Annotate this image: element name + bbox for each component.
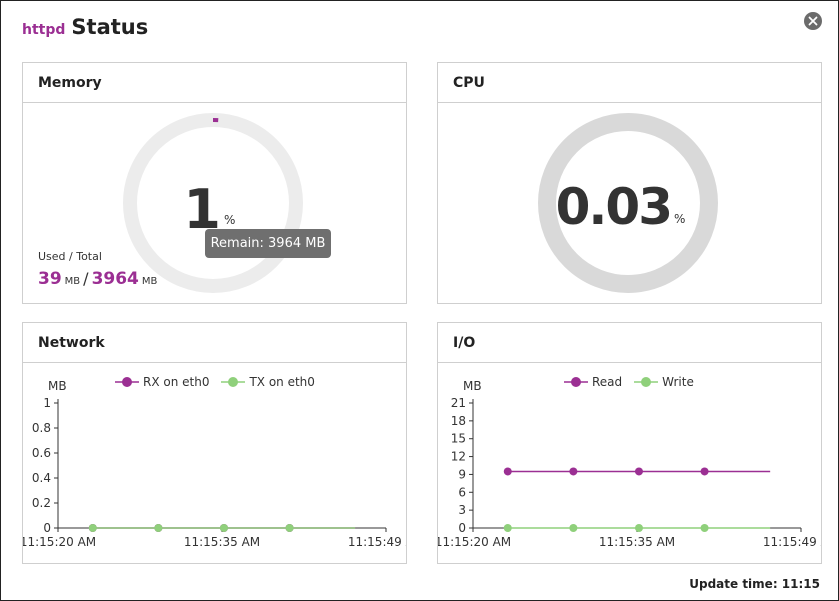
y-tick-label: 0 xyxy=(43,521,51,535)
series-point-1-0 xyxy=(88,524,97,532)
y-tick-label: 12 xyxy=(451,450,466,464)
network-panel: Network RX on eth0 TX on eth0 MB 0 0.2 0.4 0… xyxy=(22,322,407,564)
series-point-0-3 xyxy=(700,467,709,476)
used-value: 39 xyxy=(38,269,62,289)
y-tick-label: 0.4 xyxy=(32,471,51,485)
y-tick-label: 6 xyxy=(458,485,466,499)
series-point-1-2 xyxy=(634,524,643,532)
io-panel: I/O Read Write MB 0 3 6 9 12 15 18 21 11:15:20 AM… xyxy=(437,322,822,564)
y-tick-label: 15 xyxy=(451,432,466,446)
update-time: Update time: 11:15 xyxy=(689,577,820,591)
network-chart: MB 0 0.2 0.4 0.6 0.8 1 11:15:20 AM 11:15:35 AM 11… xyxy=(23,379,406,549)
total-value: 3964 xyxy=(91,269,139,289)
series-point-0-1 xyxy=(569,467,578,476)
cpu-percent: 0.03 xyxy=(556,178,671,236)
page-title: Status xyxy=(71,15,149,39)
x-tick-label: 11:15:20 AM xyxy=(438,535,511,549)
status-window: httpd Status Memory 1 % Used / Total 39 … xyxy=(0,0,839,601)
y-axis-unit: MB xyxy=(463,379,482,393)
y-axis-unit: MB xyxy=(48,379,67,393)
series-point-1-3 xyxy=(285,524,294,532)
total-unit: MB xyxy=(141,276,158,287)
cpu-percent-unit: % xyxy=(674,212,685,226)
y-tick-label: 18 xyxy=(451,414,466,428)
y-tick-label: 9 xyxy=(458,467,466,481)
series-point-0-0 xyxy=(503,467,512,476)
io-panel-title: I/O xyxy=(438,323,821,363)
series-point-1-1 xyxy=(569,524,578,532)
x-tick-label: 11:15:20 AM xyxy=(23,535,96,549)
series-point-0-2 xyxy=(634,467,643,476)
close-icon xyxy=(808,16,818,26)
y-tick-label: 0 xyxy=(458,521,466,535)
close-button[interactable] xyxy=(804,12,822,30)
window-title: httpd Status xyxy=(22,15,148,39)
y-tick-label: 21 xyxy=(451,396,466,410)
used-total-label: Used / Total xyxy=(38,250,102,263)
x-tick-label: 11:15:49 AM xyxy=(348,535,406,549)
cpu-panel: CPU 0.03 % xyxy=(437,62,822,304)
memory-panel: Memory 1 % Used / Total 39 MB / 3964 MB … xyxy=(22,62,407,304)
series-point-1-1 xyxy=(154,524,163,532)
network-panel-title: Network xyxy=(23,323,406,363)
x-tick-label: 11:15:49 AM xyxy=(763,535,821,549)
series-point-1-3 xyxy=(700,524,709,532)
used-total-value: 39 MB / 3964 MB xyxy=(38,269,157,289)
used-unit: MB xyxy=(64,276,81,287)
memory-panel-title: Memory xyxy=(23,63,406,103)
y-tick-label: 3 xyxy=(458,503,466,517)
io-chart: MB 0 3 6 9 12 15 18 21 11:15:20 AM 11:15:35 AM 11:1… xyxy=(438,379,821,549)
y-tick-label: 0.6 xyxy=(32,446,51,460)
y-tick-label: 1 xyxy=(43,396,51,410)
memory-percent-unit: % xyxy=(224,213,235,227)
y-tick-label: 0.8 xyxy=(32,421,51,435)
cpu-panel-title: CPU xyxy=(438,63,821,103)
cpu-gauge: 0.03 % xyxy=(538,113,718,293)
y-tick-label: 0.2 xyxy=(32,496,51,510)
series-point-1-0 xyxy=(503,524,512,532)
x-tick-label: 11:15:35 AM xyxy=(599,535,675,549)
series-point-1-2 xyxy=(219,524,228,532)
app-name: httpd xyxy=(22,22,66,38)
memory-tooltip: Remain: 3964 MB xyxy=(205,229,331,258)
used-separator: / xyxy=(83,269,89,288)
x-tick-label: 11:15:35 AM xyxy=(184,535,260,549)
